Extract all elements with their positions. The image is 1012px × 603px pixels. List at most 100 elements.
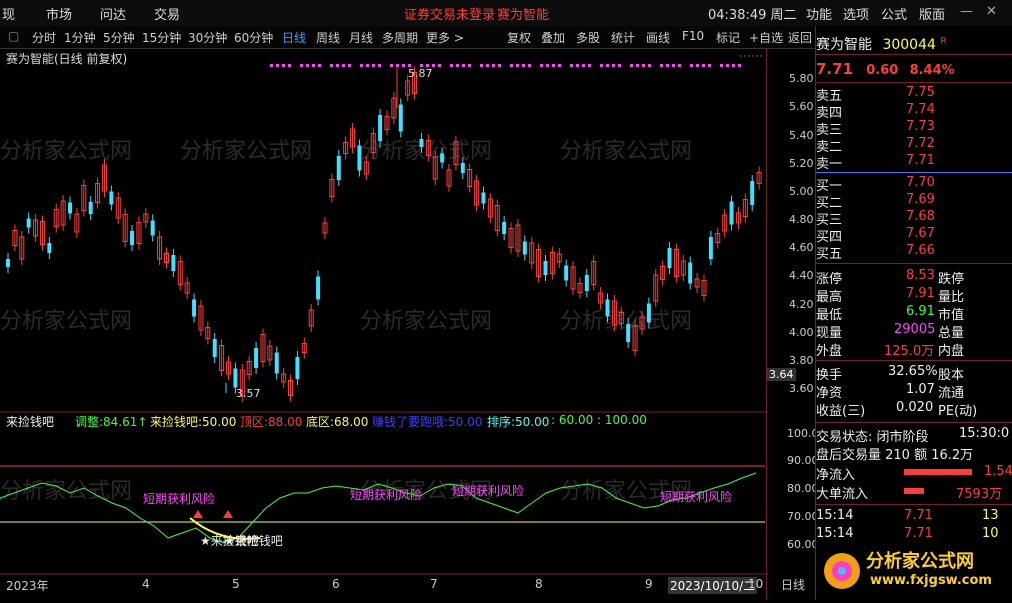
minimize-icon[interactable]: — (960, 4, 973, 19)
period-label[interactable]: 日线 (781, 576, 805, 593)
watermark: 分析家公式网 (360, 309, 492, 334)
signal-dot (636, 64, 639, 67)
candle-body (543, 261, 548, 275)
candle-body (274, 352, 279, 374)
current-price-tag: 3.64 (767, 368, 796, 381)
tab-60min[interactable]: 60分钟 (234, 29, 273, 46)
panel-toggle-icon[interactable]: ▢ (8, 29, 19, 43)
close-icon[interactable]: ✕ (986, 4, 997, 19)
kline-svg[interactable]: 分析家公式网 分析家公式网 分析家公式网 分析家公式网分析家公式网 分析家公式网 分析家公… (0, 48, 768, 600)
tick-time: 15:14 (816, 526, 854, 541)
watermark: 分析家公式网 (0, 309, 132, 334)
logo-mark (838, 567, 846, 575)
stat-label: 净资 (816, 386, 843, 401)
restore-right-button[interactable]: 复权 (507, 29, 531, 46)
watermark: 分析家公式网 (0, 139, 132, 164)
buy-arrow-icon (223, 510, 233, 518)
risk-note: 短期获利风险 (350, 488, 423, 502)
risk-note: 短期获利风险 (660, 490, 733, 504)
signal-dot (666, 64, 669, 67)
x-tick: 8 (535, 577, 543, 591)
stock-title: 赛为智能 (497, 8, 550, 23)
tab-30min[interactable]: 30分钟 (188, 29, 227, 46)
signal-dot (708, 64, 711, 67)
signal-dot (306, 64, 309, 67)
back-button[interactable]: 返回 (788, 29, 812, 46)
tab-monthly[interactable]: 月线 (349, 29, 373, 46)
signal-dot (648, 64, 651, 67)
chart-title: 赛为智能(日线 前复权) (6, 52, 128, 66)
candle-body (605, 299, 610, 317)
menu-item-layout[interactable]: 版面 (919, 4, 945, 23)
signal-dot (336, 64, 339, 67)
draw-line-button[interactable]: 画线 (646, 29, 670, 46)
stock-name: 赛为智能 (816, 37, 872, 53)
multi-stock-button[interactable]: 多股 (576, 29, 600, 46)
menu-item-trade[interactable]: 交易 (154, 4, 180, 23)
signal-dot (462, 64, 465, 67)
stat-label: 最低 (816, 308, 843, 323)
candle-body (192, 299, 197, 317)
risk-note: 短期获利风险 (452, 484, 525, 498)
x-tick: 4 (142, 577, 150, 591)
signal-dot (726, 64, 729, 67)
menu-item-options[interactable]: 选项 (843, 4, 869, 23)
trade-time: 15:30:0 (959, 426, 1010, 441)
candle-body (26, 218, 31, 228)
signal-dot (372, 64, 375, 67)
signal-dot (522, 64, 525, 67)
mark-button[interactable]: 标记 (716, 29, 740, 46)
candle-body (130, 231, 135, 245)
y-tick: 3.80 (789, 354, 814, 367)
candle-body (584, 275, 589, 291)
tab-more[interactable]: 更多 > (426, 29, 464, 46)
tab-15min[interactable]: 15分钟 (142, 29, 181, 46)
signal-dot (576, 64, 579, 67)
tab-1min[interactable]: 1分钟 (64, 29, 96, 46)
candle-body (254, 348, 259, 368)
stat-value: 32.65% (888, 364, 938, 379)
signal-dot (300, 64, 303, 67)
candle-body (68, 202, 73, 214)
menu-item-formula[interactable]: 公式 (881, 4, 907, 23)
tab-intraday[interactable]: 分时 (32, 29, 56, 46)
menu-item-function[interactable]: 功能 (806, 4, 832, 23)
stat-value: 8.53 (906, 268, 935, 283)
signal-dot (558, 64, 561, 67)
statistics-button[interactable]: 统计 (611, 29, 635, 46)
tick-vol: 10 (982, 526, 999, 541)
y-tick: 4.80 (789, 213, 814, 226)
overlay-button[interactable]: 叠加 (541, 29, 565, 46)
risk-note: 短期获利风险 (143, 492, 216, 506)
buy-signal-note: ★来捡钱吧 (224, 534, 283, 548)
kline-chart[interactable]: 分析家公式网 分析家公式网 分析家公式网 分析家公式网 分析家公式网 分析家公式网 分析家公… (0, 48, 768, 600)
tab-weekly[interactable]: 周线 (316, 29, 340, 46)
y-tick: 5.80 (789, 72, 814, 85)
tab-daily[interactable]: 日线 (282, 29, 306, 46)
signal-dot (366, 64, 369, 67)
ind-label-pick: 来捡钱吧:50.00 (150, 415, 237, 429)
menu-item-view[interactable]: 现 (2, 4, 15, 23)
last-price: 7.71 (816, 60, 854, 78)
tab-multi-period[interactable]: 多周期 (382, 29, 418, 46)
signal-dot (486, 64, 489, 67)
menu-item-market[interactable]: 市场 (46, 4, 72, 23)
login-warning[interactable]: 证券交易未登录 (404, 4, 495, 23)
candle-body (109, 191, 114, 205)
add-watchlist-button[interactable]: +自选 (749, 29, 783, 46)
candle-body (150, 220, 155, 236)
candle-body (688, 262, 693, 284)
candle-body (502, 222, 507, 234)
stat-value: 29005 (894, 322, 936, 337)
bid-price: 7.66 (906, 243, 935, 258)
signal-dot (348, 64, 351, 67)
candle-body (316, 276, 321, 300)
candle-body (460, 163, 465, 173)
cursor-date: 2023/10/10/二 (668, 577, 758, 594)
menu-item-wenda[interactable]: 问达 (100, 4, 126, 23)
indicator-name[interactable]: 来捡钱吧 (6, 413, 54, 430)
signal-dot (480, 64, 483, 67)
tab-5min[interactable]: 5分钟 (103, 29, 135, 46)
f10-button[interactable]: F10 (682, 29, 704, 43)
candle-body (750, 181, 755, 205)
